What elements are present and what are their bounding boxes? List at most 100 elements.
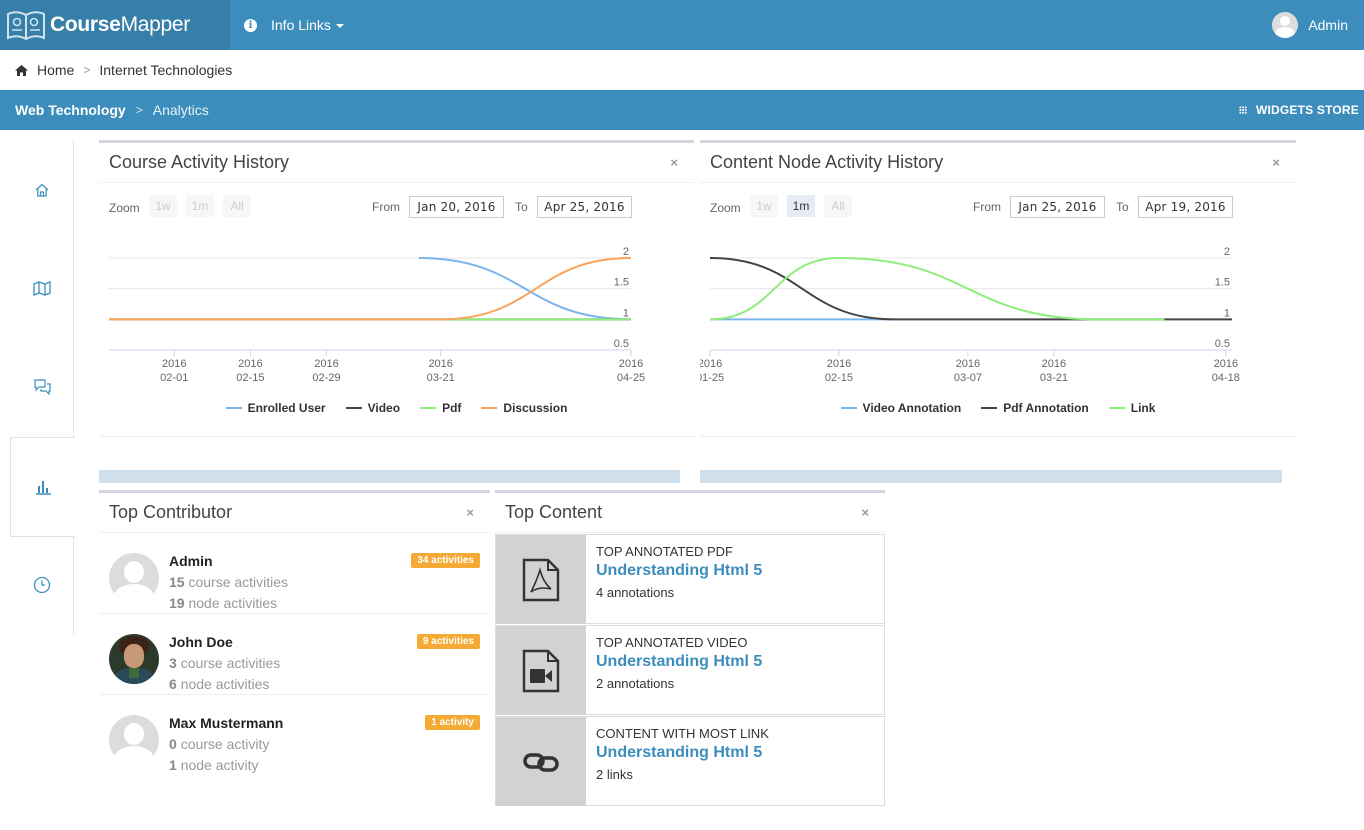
y-tick-label: 0.5 xyxy=(614,338,629,350)
sidebar-item-history[interactable] xyxy=(10,535,74,635)
video-file-icon xyxy=(496,626,586,715)
top-content-type: CONTENT WITH MOST LINK xyxy=(596,726,769,741)
sidebar-item-map[interactable] xyxy=(10,238,74,338)
zoom-1w-button[interactable]: 1w xyxy=(149,195,177,217)
book-logo-icon xyxy=(7,11,45,41)
node-activities-line: 19 node activities xyxy=(169,595,278,611)
node-activities-line: 6 node activities xyxy=(169,676,270,692)
sidebar-item-home[interactable] xyxy=(10,140,74,240)
breadcrumb: Home > Internet Technologies xyxy=(0,50,1364,90)
y-tick-label: 1 xyxy=(1224,307,1230,319)
top-content-title: Top Content xyxy=(505,502,603,522)
close-icon[interactable]: × xyxy=(861,505,869,520)
close-icon[interactable]: × xyxy=(670,155,678,170)
course-activity-range-selector: Zoom 1w 1m All From Jan 20, 2016 To Apr … xyxy=(109,195,684,219)
contributor-info: Admin 15 course activities 19 node activ… xyxy=(169,553,288,613)
x-tick-label: 04-18 xyxy=(1212,372,1240,384)
x-tick-label: 03-07 xyxy=(954,372,982,384)
contributor-name[interactable]: Max Mustermann xyxy=(169,715,283,731)
node-breadcrumb-node[interactable]: Web Technology xyxy=(15,102,126,118)
info-links-label: Info Links xyxy=(271,17,331,33)
x-tick-label: 2016 xyxy=(238,358,262,370)
clock-icon xyxy=(33,576,51,594)
zoom-label: Zoom xyxy=(710,201,741,215)
legend-item-video-annotation[interactable]: Video Annotation xyxy=(840,401,961,415)
from-date-input[interactable]: Jan 25, 2016 xyxy=(1010,196,1105,218)
top-content-type: TOP ANNOTATED PDF xyxy=(596,544,734,559)
legend-item-enrolled-user[interactable]: Enrolled User xyxy=(225,401,326,415)
zoom-all-button[interactable]: All xyxy=(223,195,251,217)
legend-item-pdf-annotation[interactable]: Pdf Annotation xyxy=(981,401,1089,415)
to-date-input[interactable]: Apr 19, 2016 xyxy=(1138,196,1233,218)
x-tick-label: 2016 xyxy=(428,358,452,370)
node-activity-header: Content Node Activity History × xyxy=(700,143,1296,183)
top-content-link[interactable]: Understanding Html 5 xyxy=(596,653,762,671)
node-activity-title: Content Node Activity History xyxy=(710,152,944,172)
x-tick-label: 2016 xyxy=(162,358,186,370)
x-tick-label: 03-21 xyxy=(1040,372,1068,384)
top-content-item[interactable]: CONTENT WITH MOST LINK Understanding Htm… xyxy=(495,716,885,806)
node-breadcrumb-page: Analytics xyxy=(152,102,209,118)
user-menu[interactable]: Admin xyxy=(1272,0,1348,50)
legend-item-link[interactable]: Link xyxy=(1108,401,1155,415)
top-content-header: Top Content × xyxy=(495,493,885,533)
top-content-item[interactable]: TOP ANNOTATED PDF Understanding Html 5 4… xyxy=(495,534,885,624)
contributor-name[interactable]: John Doe xyxy=(169,634,280,650)
top-contributor-title: Top Contributor xyxy=(109,502,233,522)
top-content-link[interactable]: Understanding Html 5 xyxy=(596,744,769,762)
top-content-count: 2 links xyxy=(596,767,633,782)
widgets-store-button[interactable]: WIDGETS STORE xyxy=(1238,90,1359,130)
home-outline-icon xyxy=(35,183,49,197)
y-tick-label: 2 xyxy=(1224,246,1230,258)
home-icon xyxy=(15,64,28,76)
contributor-info: Max Mustermann 0 course activity 1 node … xyxy=(169,715,283,776)
y-tick-label: 1.5 xyxy=(614,277,629,289)
link-icon xyxy=(496,717,586,806)
y-tick-label: 0.5 xyxy=(1215,338,1230,350)
breadcrumb-course[interactable]: Internet Technologies xyxy=(99,62,232,78)
close-icon[interactable]: × xyxy=(1272,155,1280,170)
contributor-name[interactable]: Admin xyxy=(169,553,288,569)
top-content-link[interactable]: Understanding Html 5 xyxy=(596,562,762,580)
course-activities-line: 15 course activities xyxy=(169,574,289,590)
from-date-input[interactable]: Jan 20, 2016 xyxy=(409,196,504,218)
from-label: From xyxy=(372,200,400,214)
legend-item-pdf[interactable]: Pdf xyxy=(420,401,461,415)
close-icon[interactable]: × xyxy=(466,505,474,520)
chart-navigator-strip[interactable] xyxy=(700,470,1282,483)
legend-item-video[interactable]: Video xyxy=(345,401,400,415)
avatar xyxy=(109,634,159,684)
node-breadcrumb-separator: > xyxy=(135,103,143,117)
to-date-input[interactable]: Apr 25, 2016 xyxy=(537,196,632,218)
brand-name: CourseMapper xyxy=(50,13,190,36)
zoom-all-button[interactable]: All xyxy=(824,195,852,217)
top-contributor-header: Top Contributor × xyxy=(99,493,490,533)
top-content-item[interactable]: TOP ANNOTATED VIDEO Understanding Html 5… xyxy=(495,625,885,715)
breadcrumb-home[interactable]: Home xyxy=(37,62,74,78)
brand-logo[interactable]: CourseMapper xyxy=(0,0,230,50)
info-links-dropdown[interactable]: i Info Links xyxy=(244,0,344,50)
zoom-1m-button[interactable]: 1m xyxy=(787,195,815,217)
zoom-1w-button[interactable]: 1w xyxy=(750,195,778,217)
grid-icon xyxy=(1238,106,1247,114)
x-tick-label: 04-25 xyxy=(617,372,645,384)
zoom-1m-button[interactable]: 1m xyxy=(186,195,214,217)
contributor-row[interactable]: Max Mustermann 0 course activity 1 node … xyxy=(99,695,490,776)
course-activity-chart: 2 1.5 1 0.5 2016 02-01 2016 02-15 2016 02-29 2016 0… xyxy=(109,246,645,384)
contributor-row[interactable]: John Doe 3 course activities 6 node acti… xyxy=(99,614,490,695)
info-icon: i xyxy=(244,18,257,32)
zoom-label: Zoom xyxy=(109,201,140,215)
contributor-row[interactable]: Admin 15 course activities 19 node activ… xyxy=(99,533,490,614)
avatar xyxy=(109,553,159,603)
legend-item-discussion[interactable]: Discussion xyxy=(481,401,567,415)
bar-chart-icon xyxy=(35,481,51,495)
chart-navigator-strip[interactable] xyxy=(99,470,680,483)
x-tick-label: 2016 xyxy=(956,358,980,370)
user-avatar xyxy=(1272,12,1299,38)
node-activity-range-selector: Zoom 1w 1m All From Jan 25, 2016 To Apr … xyxy=(710,195,1286,219)
x-tick-label: 2016 xyxy=(700,358,722,370)
sidebar-item-analytics[interactable] xyxy=(10,437,75,537)
breadcrumb-separator: > xyxy=(83,63,91,77)
node-activity-chart: 2 1.5 1 0.5 2016 01-25 2016 02-15 2016 03-07 2016 0… xyxy=(700,246,1240,384)
sidebar-item-discussion[interactable] xyxy=(10,337,74,437)
